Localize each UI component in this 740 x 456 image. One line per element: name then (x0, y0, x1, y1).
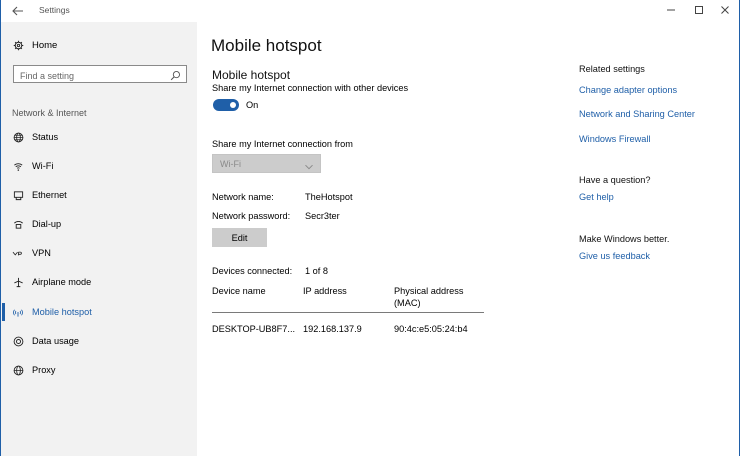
sidebar-item-label: Proxy (32, 365, 56, 375)
share-connection-label: Share my Internet connection with other … (212, 83, 409, 93)
network-password-value: Secr3ter (305, 211, 340, 221)
hotspot-toggle[interactable] (213, 99, 239, 111)
devices-connected-value: 1 of 8 (305, 266, 328, 276)
globe-icon (11, 132, 25, 143)
network-password-label: Network password: (212, 211, 291, 221)
vpn-icon (11, 248, 25, 259)
sidebar-item-label: Data usage (32, 336, 79, 346)
sidebar-item-label: Airplane mode (32, 277, 92, 287)
hotspot-icon (11, 307, 25, 318)
sidebar-item-mobile-hotspot[interactable]: Mobile hotspot (1, 303, 197, 321)
sidebar-item-data-usage[interactable]: Data usage (1, 332, 197, 350)
sidebar-item-dialup[interactable]: Dial-up (1, 215, 197, 233)
share-from-dropdown[interactable]: Wi-Fi (212, 154, 321, 173)
share-from-label: Share my Internet connection from (212, 139, 353, 149)
ethernet-icon (11, 190, 25, 201)
change-adapter-options-link[interactable]: Change adapter options (579, 85, 677, 95)
dialup-icon (11, 219, 25, 230)
windows-firewall-link[interactable]: Windows Firewall (579, 134, 650, 144)
devices-connected-label: Devices connected: (212, 266, 293, 276)
sidebar: Home Network & Internet Status Wi-Fi (1, 22, 197, 456)
sidebar-item-label: Status (32, 132, 59, 142)
ip-address-cell: 192.168.137.9 (303, 324, 362, 334)
title-bar: Settings (1, 0, 739, 22)
search-icon[interactable] (170, 68, 182, 81)
give-feedback-link[interactable]: Give us feedback (579, 251, 650, 261)
related-settings-panel: Related settings Change adapter options … (579, 22, 739, 322)
chevron-down-icon (304, 159, 314, 170)
sidebar-item-label: Dial-up (32, 219, 62, 229)
network-name-label: Network name: (212, 192, 274, 202)
column-header-mac: Physical address (MAC) (394, 286, 464, 308)
mac-address-cell: 90:4c:e5:05:24:b4 (394, 324, 468, 334)
close-icon[interactable] (717, 3, 733, 17)
search-input[interactable] (14, 68, 164, 84)
section-title: Mobile hotspot (212, 68, 291, 82)
settings-window: Settings Home Network & Internet (0, 0, 740, 456)
airplane-icon (11, 277, 25, 288)
proxy-icon (11, 365, 25, 376)
section-header: Network & Internet (12, 108, 87, 118)
sidebar-item-status[interactable]: Status (1, 128, 197, 146)
nav-home-label: Home (32, 39, 58, 51)
get-help-link[interactable]: Get help (579, 192, 614, 202)
sidebar-item-ethernet[interactable]: Ethernet (1, 186, 197, 204)
sidebar-item-airplane-mode[interactable]: Airplane mode (1, 273, 197, 291)
maximize-icon[interactable] (691, 3, 707, 17)
page-title: Mobile hotspot (211, 36, 322, 55)
search-box[interactable] (13, 65, 187, 84)
question-heading: Have a question? (579, 175, 651, 185)
sidebar-item-vpn[interactable]: VPN (1, 244, 197, 262)
feedback-heading: Make Windows better. (579, 234, 670, 244)
sidebar-item-label: Mobile hotspot (32, 307, 92, 317)
network-sharing-center-link[interactable]: Network and Sharing Center (579, 109, 695, 119)
toggle-knob (230, 102, 236, 108)
wifi-icon (11, 161, 25, 172)
sidebar-item-label: Wi-Fi (32, 161, 54, 171)
back-arrow-icon[interactable] (9, 3, 27, 19)
sidebar-item-wifi[interactable]: Wi-Fi (1, 157, 197, 175)
data-usage-icon (11, 336, 25, 347)
column-header-device-name: Device name (212, 286, 266, 296)
gear-icon (11, 40, 25, 51)
sidebar-item-label: Ethernet (32, 190, 67, 200)
sidebar-item-proxy[interactable]: Proxy (1, 361, 197, 379)
window-title: Settings (39, 5, 70, 15)
share-from-value: Wi-Fi (220, 159, 241, 169)
minimize-icon[interactable] (663, 3, 679, 17)
edit-button[interactable]: Edit (212, 228, 267, 247)
toggle-state-label: On (246, 100, 259, 110)
network-name-value: TheHotspot (305, 192, 353, 202)
related-settings-heading: Related settings (579, 64, 645, 74)
nav-home[interactable]: Home (11, 37, 57, 53)
sidebar-item-label: VPN (32, 248, 51, 258)
device-name-cell: DESKTOP-UB8F7... (212, 324, 296, 334)
table-divider (212, 312, 484, 313)
column-header-ip-address: IP address (303, 286, 347, 296)
